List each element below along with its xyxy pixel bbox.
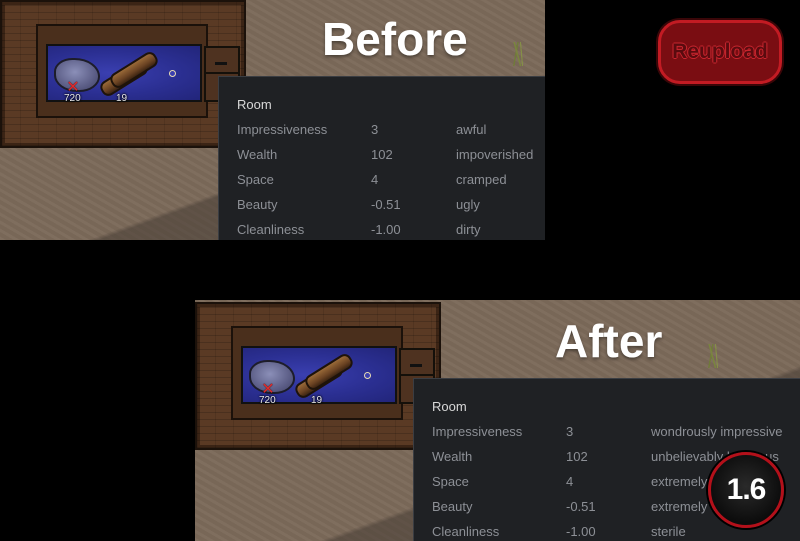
stat-value: -1.00 <box>566 524 596 539</box>
stat-value: 102 <box>371 147 393 162</box>
wood-logs[interactable] <box>97 49 161 99</box>
item-count: 720 <box>259 395 276 406</box>
before-screenshot: ✕ 720 19 Room Impressiveness 3 awful Wea… <box>0 0 545 240</box>
stat-desc: cramped <box>456 172 507 187</box>
stat-value: 4 <box>566 474 574 489</box>
item-count: 19 <box>311 395 323 406</box>
light-dot <box>364 372 371 379</box>
room-stats-panel: Room Impressiveness 3 awful Wealth 102 i… <box>218 76 545 240</box>
stat-name: Cleanliness <box>237 222 305 237</box>
stat-name: Space <box>432 474 469 489</box>
after-label: After <box>555 315 663 367</box>
stat-row: Space 4 cramped <box>219 172 545 192</box>
panel-title: Room <box>432 399 467 414</box>
reupload-text: Reupload <box>672 40 768 63</box>
version-badge: 1.6 <box>708 452 784 528</box>
stat-name: Wealth <box>432 449 473 464</box>
stat-value: 3 <box>371 122 379 137</box>
reupload-badge: Reupload <box>658 20 782 84</box>
stat-row: Cleanliness -1.00 dirty <box>219 222 545 240</box>
stat-row: Wealth 102 impoverished <box>219 147 545 167</box>
stat-name: Impressiveness <box>237 122 328 137</box>
stat-name: Beauty <box>237 197 278 212</box>
stat-name: Impressiveness <box>432 424 523 439</box>
grass-tuft <box>700 344 726 368</box>
item-count: 19 <box>116 93 128 104</box>
forbidden-x-icon: ✕ <box>66 77 80 96</box>
stat-value: -0.51 <box>371 197 401 212</box>
wood-logs[interactable] <box>292 351 356 401</box>
stat-row: Impressiveness 3 wondrously impressive <box>414 424 800 444</box>
stat-name: Space <box>237 172 274 187</box>
before-label: Before <box>322 13 468 65</box>
stat-value: 4 <box>371 172 379 187</box>
stat-name: Wealth <box>237 147 278 162</box>
stat-desc: awful <box>456 122 487 137</box>
after-screenshot: ✕ 720 19 Room Impressiveness 3 wondrousl… <box>195 300 800 541</box>
light-dot <box>169 70 176 77</box>
stat-name: Cleanliness <box>432 524 500 539</box>
stat-row: Impressiveness 3 awful <box>219 122 545 142</box>
stat-value: -0.51 <box>566 499 596 514</box>
forbidden-x-icon: ✕ <box>261 379 275 398</box>
stat-desc: ugly <box>456 197 480 212</box>
panel-title: Room <box>237 97 272 112</box>
stat-value: -1.00 <box>371 222 401 237</box>
grass-tuft <box>505 42 531 66</box>
stat-name: Beauty <box>432 499 473 514</box>
stat-desc: dirty <box>456 222 481 237</box>
stat-row: Beauty -0.51 ugly <box>219 197 545 217</box>
stat-desc: impoverished <box>456 147 534 162</box>
stat-value: 102 <box>566 449 588 464</box>
stat-desc: wondrously impressive <box>651 424 783 439</box>
stat-desc: sterile <box>651 524 686 539</box>
item-count: 720 <box>64 93 81 104</box>
version-text: 1.6 <box>726 473 767 506</box>
stat-value: 3 <box>566 424 574 439</box>
